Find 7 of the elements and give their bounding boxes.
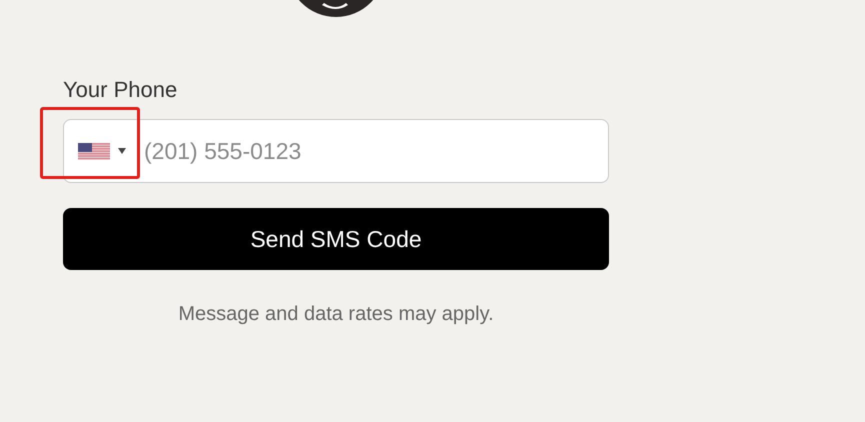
disclaimer-text: Message and data rates may apply.	[177, 302, 495, 327]
phone-field[interactable]: (201) 555-0123	[63, 119, 609, 183]
send-sms-button[interactable]: Send SMS Code	[63, 208, 609, 270]
phone-input[interactable]: (201) 555-0123	[134, 120, 608, 182]
caret-icon	[118, 148, 126, 154]
field-label: Your Phone	[63, 77, 178, 103]
flag-icon	[78, 142, 110, 160]
